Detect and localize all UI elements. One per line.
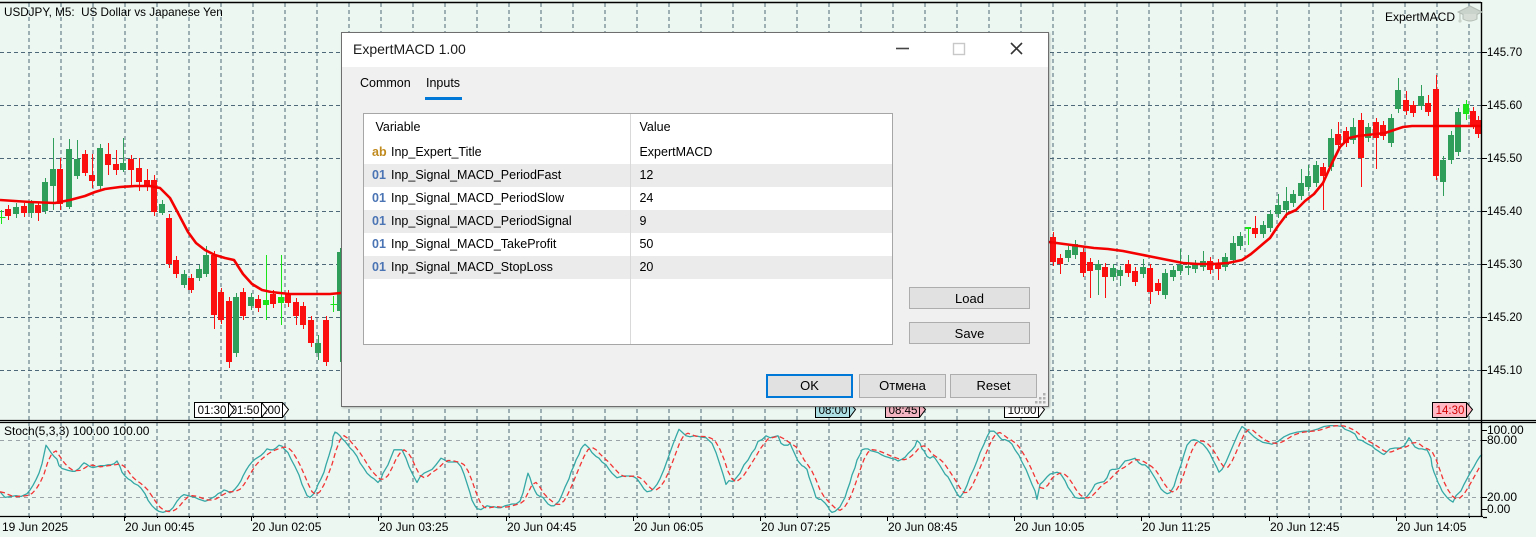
svg-text:145.20: 145.20 [1487,312,1522,324]
svg-text:20 Jun 07:25: 20 Jun 07:25 [761,520,831,534]
svg-text:0.00: 0.00 [1487,502,1511,516]
svg-text:19 Jun 2025: 19 Jun 2025 [2,520,68,534]
svg-text:145.10: 145.10 [1487,365,1522,377]
svg-text:145.70: 145.70 [1487,47,1522,59]
svg-text:20 Jun 12:45: 20 Jun 12:45 [1270,520,1340,534]
svg-text:145.40: 145.40 [1487,206,1522,218]
svg-text:20 Jun 04:45: 20 Jun 04:45 [507,520,577,534]
svg-text:145.30: 145.30 [1487,259,1522,271]
svg-text:20 Jun 08:45: 20 Jun 08:45 [888,520,958,534]
svg-text:USDJPY, M5: US Dollar vs Japa: USDJPY, M5: US Dollar vs Japanese Yen [4,6,223,19]
svg-text:145.50: 145.50 [1487,153,1522,165]
svg-text:20 Jun 10:05: 20 Jun 10:05 [1015,520,1085,534]
svg-text:Stoch(5,3,3) 100.00 100.00: Stoch(5,3,3) 100.00 100.00 [4,424,150,438]
svg-text:20 Jun 11:25: 20 Jun 11:25 [1142,520,1211,534]
svg-text:20 Jun 03:25: 20 Jun 03:25 [379,520,449,534]
svg-text:14:30: 14:30 [1436,405,1465,417]
svg-text:20 Jun 02:05: 20 Jun 02:05 [252,520,322,534]
svg-text:145.60: 145.60 [1487,100,1522,112]
svg-text:ExpertMACD: ExpertMACD [1385,10,1455,24]
svg-text:20 Jun 14:05: 20 Jun 14:05 [1397,520,1467,534]
svg-text:20 Jun 06:05: 20 Jun 06:05 [634,520,704,534]
svg-text:01:30: 01:30 [198,405,227,417]
svg-text:01:50: 01:50 [231,405,260,417]
svg-text:20 Jun 00:45: 20 Jun 00:45 [125,520,195,534]
svg-text:80.00: 80.00 [1487,433,1517,447]
